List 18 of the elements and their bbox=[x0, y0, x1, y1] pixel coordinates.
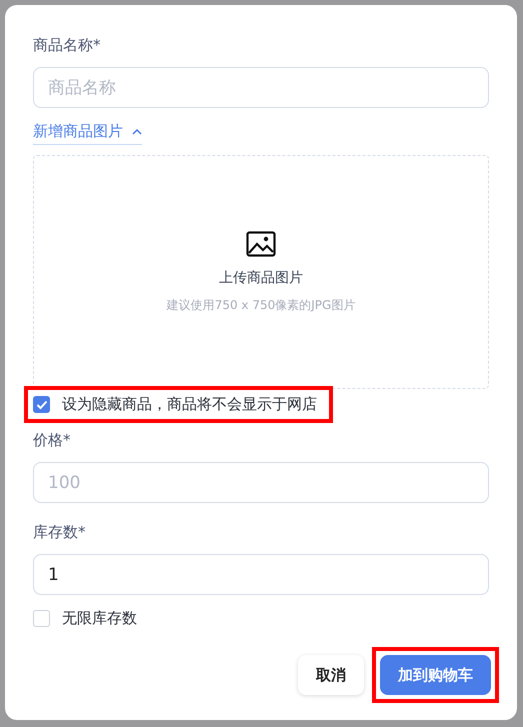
checkbox[interactable] bbox=[33, 396, 50, 413]
checkmark-icon bbox=[36, 400, 48, 410]
field-label: 库存数* bbox=[33, 523, 86, 543]
upload-title: 上传商品图片 bbox=[219, 268, 303, 286]
cancel-button[interactable]: 取消 bbox=[298, 655, 364, 695]
image-icon bbox=[246, 230, 276, 256]
field-label: 价格* bbox=[33, 431, 72, 451]
checkbox-label: 无限库存数 bbox=[62, 609, 137, 628]
checkbox-label: 设为隐藏商品，商品将不会显示于网店 bbox=[62, 395, 317, 414]
chevron-icon bbox=[132, 128, 142, 135]
upload-hint: 建议使用750 x 750像素的JPG图片 bbox=[166, 296, 356, 314]
input-field[interactable]: 1 bbox=[33, 554, 489, 595]
upload-area[interactable]: 上传商品图片 建议使用750 x 750像素的JPG图片 bbox=[33, 155, 489, 389]
input-field[interactable]: 100 bbox=[33, 462, 489, 503]
image-toggle-link[interactable]: 新增商品图片 bbox=[33, 122, 142, 145]
field-label: 商品名称* bbox=[33, 36, 102, 56]
add-to-cart-button[interactable]: 加到购物车 bbox=[380, 655, 491, 695]
input-field[interactable]: 商品名称 bbox=[33, 67, 489, 108]
